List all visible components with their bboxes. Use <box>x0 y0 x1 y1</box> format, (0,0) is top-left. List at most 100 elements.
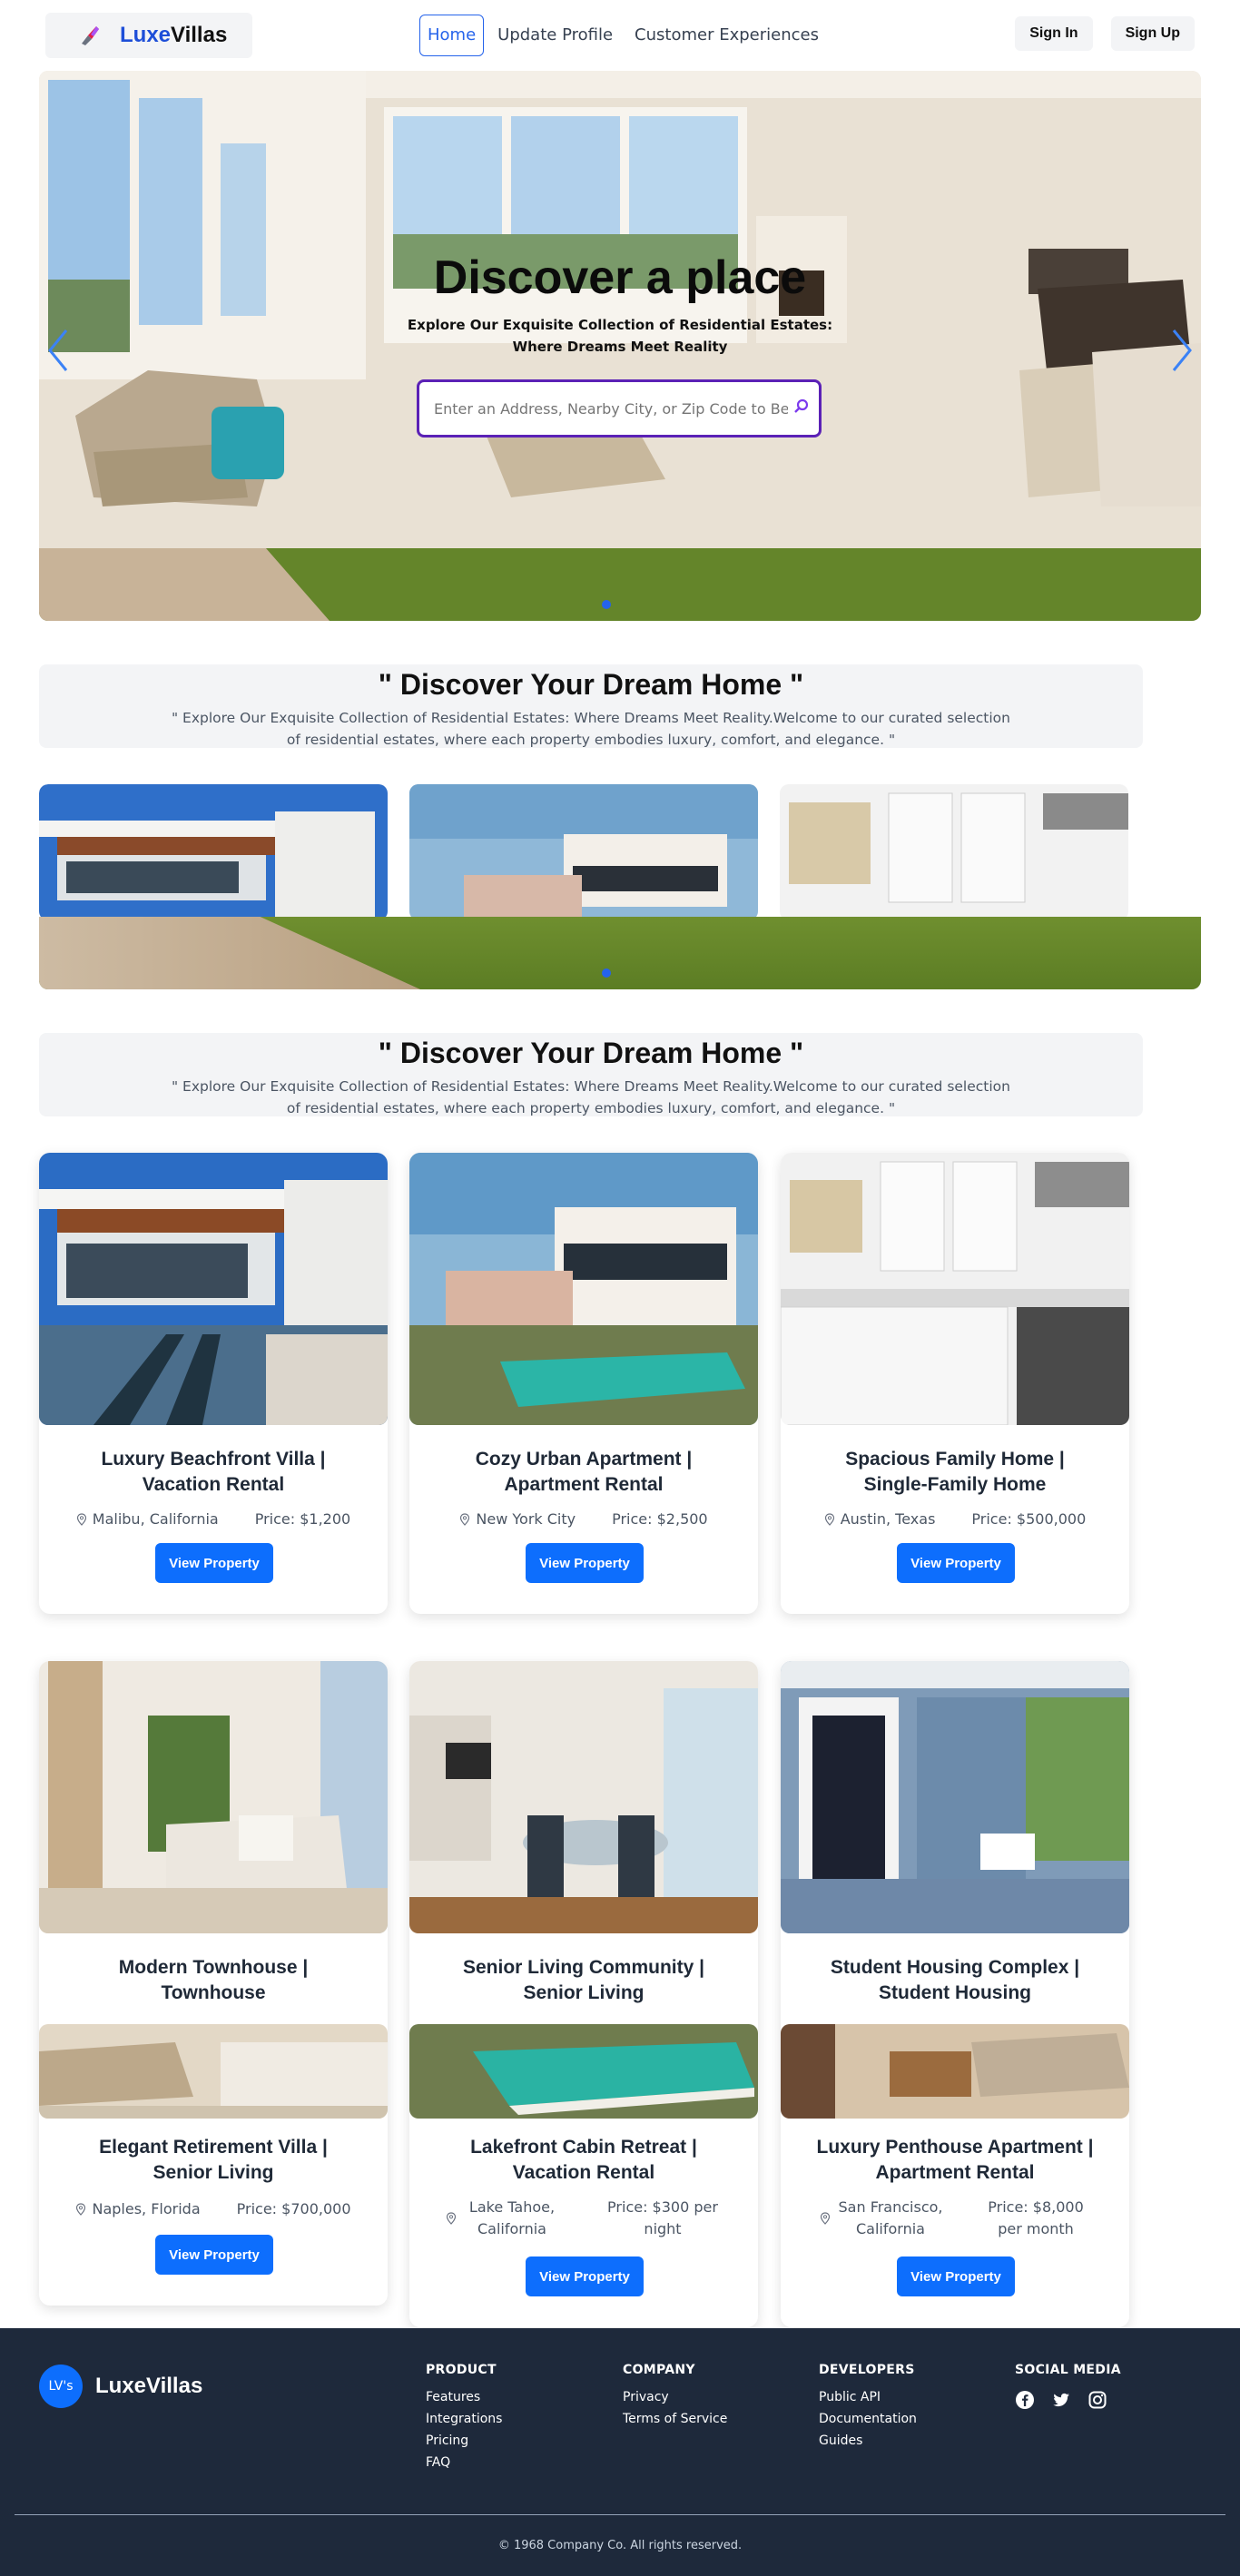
footer-link-guides[interactable]: Guides <box>819 2433 917 2448</box>
property-location: Naples, Florida <box>75 2200 201 2217</box>
footer-product: PRODUCT Features Integrations Pricing FA… <box>426 2363 502 2477</box>
property-title: Student Housing Complex | Student Housin… <box>830 1957 1080 2003</box>
twitter-icon[interactable] <box>1051 2390 1071 2414</box>
footer-link-pricing[interactable]: Pricing <box>426 2433 502 2448</box>
footer-link-integrations[interactable]: Integrations <box>426 2412 502 2426</box>
section-description: " Explore Our Exquisite Collection of Re… <box>172 710 1010 748</box>
property-title: Luxury Beachfront Villa | Vacation Renta… <box>101 1449 326 1495</box>
property-price: Price: $300 per night <box>607 2198 718 2237</box>
location-pin-icon <box>76 1512 86 1526</box>
property-meta: Malibu, California Price: $1,200 <box>39 1510 388 1528</box>
sign-up-button[interactable]: Sign Up <box>1110 16 1195 51</box>
property-title: Lakefront Cabin Retreat | Vacation Renta… <box>470 2137 697 2183</box>
brand-logo[interactable]: LuxeVillas <box>45 13 252 58</box>
footer-link-terms[interactable]: Terms of Service <box>623 2412 727 2426</box>
property-title: Cozy Urban Apartment | Apartment Rental <box>475 1449 693 1495</box>
location-pin-icon <box>824 1512 834 1526</box>
carousel-indicator[interactable] <box>602 600 611 609</box>
property-price: Price: $2,500 <box>612 1510 708 1528</box>
property-location: New York City <box>459 1510 576 1528</box>
instagram-icon[interactable] <box>1087 2390 1107 2414</box>
sign-in-button[interactable]: Sign In <box>1015 16 1093 51</box>
property-image[interactable] <box>409 2024 758 2119</box>
search-input[interactable] <box>434 399 788 418</box>
property-meta: Austin, Texas Price: $500,000 <box>781 1510 1129 1528</box>
property-meta: Lake Tahoe, California Price: $300 per n… <box>409 2197 758 2240</box>
location-text: New York City <box>476 1510 576 1528</box>
property-carousel-strip <box>39 784 1201 989</box>
footer-link-faq[interactable]: FAQ <box>426 2455 502 2470</box>
footer-heading: SOCIAL MEDIA <box>1015 2363 1121 2377</box>
search-icon[interactable] <box>793 398 810 418</box>
hero-title: Discover a place <box>433 251 807 304</box>
hero-search-box <box>417 379 822 438</box>
modern-house-thumbnail[interactable] <box>409 784 758 920</box>
property-title: Luxury Penthouse Apartment | Apartment R… <box>816 2137 1094 2183</box>
location-text: San Francisco, California <box>838 2198 943 2237</box>
footer-logo[interactable]: LV's LuxeVillas <box>39 2365 202 2408</box>
hero-subtitle-line-2: Where Dreams Meet Reality <box>512 339 728 355</box>
property-card: Spacious Family Home | Single-Family Hom… <box>781 1153 1129 1614</box>
property-image[interactable] <box>781 1153 1129 1425</box>
auth-buttons: Sign In Sign Up <box>1015 16 1195 51</box>
footer-badge: LV's <box>39 2365 83 2408</box>
footer-link-documentation[interactable]: Documentation <box>819 2412 917 2426</box>
footer-link-privacy[interactable]: Privacy <box>623 2390 727 2404</box>
property-price: Price: $700,000 <box>236 2200 351 2217</box>
strip-indicator[interactable] <box>602 968 611 978</box>
view-property-button[interactable]: View Property <box>897 2256 1015 2296</box>
chevron-right-icon <box>1172 329 1192 371</box>
property-image[interactable] <box>781 2024 1129 2119</box>
footer-heading: DEVELOPERS <box>819 2363 915 2377</box>
property-price: Price: $500,000 <box>971 1510 1087 1528</box>
location-pin-icon <box>446 2212 457 2225</box>
carousel-next-arrow[interactable] <box>1165 323 1201 378</box>
view-property-button[interactable]: View Property <box>526 1543 644 1583</box>
view-property-button[interactable]: View Property <box>155 2235 273 2275</box>
kitchen-thumbnail[interactable] <box>780 784 1128 920</box>
property-card: Cozy Urban Apartment | Apartment Rental … <box>409 1153 758 1614</box>
property-location: Lake Tahoe, California <box>446 2197 562 2240</box>
top-navbar: LuxeVillas Home Update Profile Customer … <box>0 0 1240 71</box>
hero-subtitle-line-1: Explore Our Exquisite Collection of Resi… <box>407 317 833 333</box>
property-image[interactable] <box>39 1661 388 1933</box>
nav-update-profile[interactable]: Update Profile <box>489 15 621 56</box>
footer-developers: DEVELOPERS Public API Documentation Guid… <box>819 2363 917 2455</box>
property-title: Senior Living Community | Senior Living <box>462 1957 705 2003</box>
property-image[interactable] <box>39 2024 388 2119</box>
property-meta: New York City Price: $2,500 <box>409 1510 758 1528</box>
property-image[interactable] <box>409 1153 758 1425</box>
nav-customer-experiences[interactable]: Customer Experiences <box>626 15 827 56</box>
section-title-2: " Discover Your Dream Home " <box>378 1037 804 1069</box>
footer-link-features[interactable]: Features <box>426 2390 502 2404</box>
property-image[interactable] <box>39 1153 388 1425</box>
dream-home-banner-2: " Discover Your Dream Home " " Explore O… <box>39 1033 1143 1116</box>
view-property-button[interactable]: View Property <box>897 1543 1015 1583</box>
facebook-icon[interactable] <box>1015 2390 1035 2414</box>
location-text: Lake Tahoe, California <box>468 2198 556 2237</box>
property-location: Austin, Texas <box>824 1510 935 1528</box>
property-card: Modern Townhouse | Townhouse Elegant Ret… <box>39 1661 388 2306</box>
footer-company: COMPANY Privacy Terms of Service <box>623 2363 727 2433</box>
property-meta: San Francisco, California Price: $8,000 … <box>781 2197 1129 2240</box>
property-title: Elegant Retirement Villa | Senior Living <box>99 2137 328 2183</box>
main-menu: Home Update Profile Customer Experiences <box>419 15 827 56</box>
section-title: " Discover Your Dream Home " <box>378 668 804 701</box>
property-card: Student Housing Complex | Student Housin… <box>781 1661 1129 2327</box>
footer-brand: LuxeVillas <box>95 2374 203 2398</box>
view-property-button[interactable]: View Property <box>155 1543 273 1583</box>
nav-home[interactable]: Home <box>419 15 485 56</box>
site-footer: LV's LuxeVillas PRODUCT Features Integra… <box>0 2328 1240 2576</box>
property-location: Malibu, California <box>76 1510 219 1528</box>
property-image[interactable] <box>781 1661 1129 1933</box>
footer-heading: COMPANY <box>623 2363 695 2377</box>
carousel-prev-arrow[interactable] <box>39 323 75 378</box>
view-property-button[interactable]: View Property <box>526 2256 644 2296</box>
property-image[interactable] <box>409 1661 758 1933</box>
villa-pool-thumbnail[interactable] <box>39 784 388 920</box>
location-pin-icon <box>820 2212 831 2225</box>
property-title: Spacious Family Home | Single-Family Hom… <box>845 1449 1065 1495</box>
property-location: San Francisco, California <box>820 2197 945 2240</box>
location-pin-icon <box>76 2202 86 2216</box>
footer-link-public-api[interactable]: Public API <box>819 2390 917 2404</box>
